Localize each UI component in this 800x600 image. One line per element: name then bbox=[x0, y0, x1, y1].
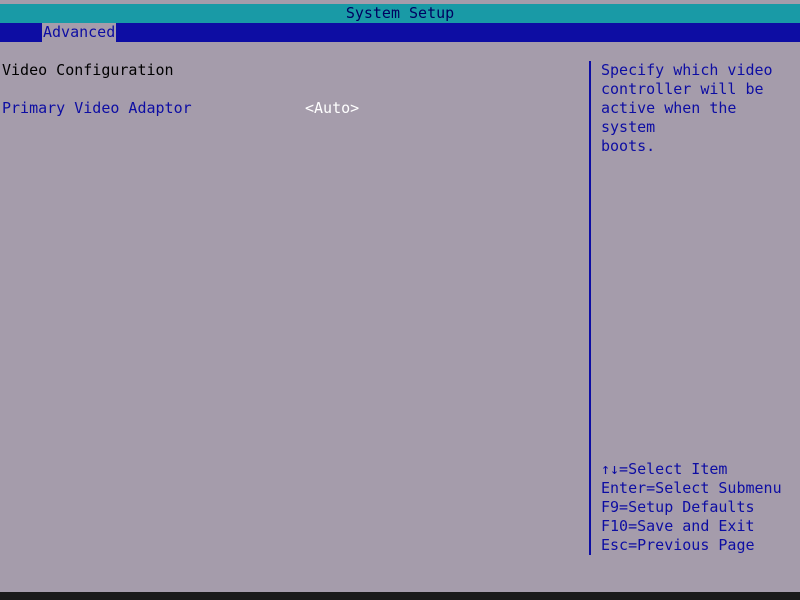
key-previous-page: Esc=Previous Page bbox=[601, 536, 755, 554]
key-select-submenu: Enter=Select Submenu bbox=[601, 479, 782, 497]
setting-row-primary-video-adaptor[interactable]: Primary Video Adaptor <Auto> bbox=[0, 99, 585, 118]
key-save-exit: F10=Save and Exit bbox=[601, 517, 755, 535]
section-title: Video Configuration bbox=[2, 61, 174, 79]
help-text: Specify which video controller will be a… bbox=[601, 61, 773, 155]
setting-value[interactable]: <Auto> bbox=[305, 99, 359, 118]
menu-bar: Advanced bbox=[0, 23, 800, 42]
bottom-border bbox=[0, 592, 800, 600]
key-select-item: ↑↓=Select Item bbox=[601, 460, 728, 478]
window-title: System Setup bbox=[0, 4, 800, 23]
setting-label: Primary Video Adaptor bbox=[2, 99, 192, 117]
menu-tab-advanced[interactable]: Advanced bbox=[42, 23, 117, 42]
bios-setup-screen: System Setup Advanced Video Configuratio… bbox=[0, 0, 800, 600]
key-legend: ↑↓=Select Item Enter=Select Submenu F9=S… bbox=[601, 460, 782, 555]
help-divider bbox=[589, 61, 591, 555]
key-setup-defaults: F9=Setup Defaults bbox=[601, 498, 755, 516]
